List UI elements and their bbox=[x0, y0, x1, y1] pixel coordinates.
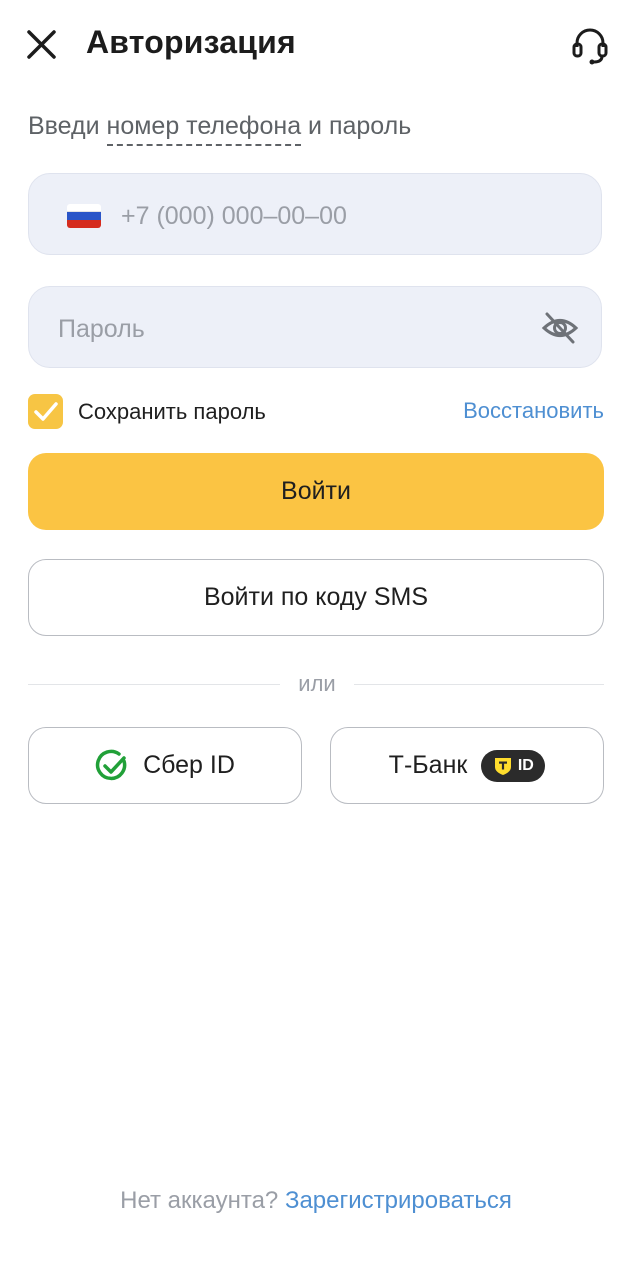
tbank-id-button[interactable]: Т-Банк ID bbox=[330, 727, 604, 804]
remember-password-checkbox[interactable] bbox=[28, 394, 63, 429]
phone-number-hint[interactable]: номер телефона bbox=[106, 112, 302, 146]
checkmark-icon bbox=[34, 402, 58, 421]
phone-input[interactable] bbox=[119, 196, 563, 236]
no-account-text: Нет аккаунта? bbox=[120, 1187, 285, 1214]
tbank-shield-icon bbox=[494, 757, 511, 775]
page-title: Авторизация bbox=[86, 24, 296, 60]
login-button-label: Войти bbox=[281, 477, 351, 505]
sms-login-button[interactable]: Войти по коду SMS bbox=[28, 559, 604, 636]
headset-icon bbox=[572, 28, 608, 65]
russia-flag-icon bbox=[67, 204, 101, 228]
eye-crossed-icon bbox=[541, 312, 579, 344]
tbank-id-badge-text: ID bbox=[517, 756, 534, 774]
instruction-text: Введи номер телефона и пароль bbox=[28, 112, 412, 146]
remember-password-label[interactable]: Сохранить пароль bbox=[78, 399, 266, 425]
sber-logo-icon bbox=[95, 749, 127, 780]
restore-password-link[interactable]: Восстановить bbox=[463, 398, 604, 424]
divider-text: или bbox=[298, 671, 336, 696]
close-button[interactable] bbox=[24, 27, 60, 63]
password-visibility-toggle[interactable] bbox=[541, 309, 579, 347]
tbank-id-badge: ID bbox=[481, 749, 546, 782]
phone-field[interactable] bbox=[28, 173, 602, 255]
close-icon bbox=[27, 30, 56, 59]
divider-line-right bbox=[354, 684, 604, 685]
password-field[interactable] bbox=[28, 286, 602, 368]
tbank-label: Т-Банк bbox=[388, 751, 468, 779]
instruction-suffix: и пароль bbox=[301, 112, 412, 140]
register-link[interactable]: Зарегистрироваться bbox=[285, 1187, 512, 1214]
register-prompt: Нет аккаунта? Зарегистрироваться bbox=[0, 1187, 632, 1215]
password-input[interactable] bbox=[56, 309, 530, 349]
sms-login-button-label: Войти по коду SMS bbox=[203, 583, 429, 611]
divider-line-left bbox=[28, 684, 280, 685]
instruction-prefix: Введи bbox=[28, 112, 107, 140]
sber-id-button[interactable]: Сбер ID bbox=[28, 727, 302, 804]
login-button[interactable]: Войти bbox=[28, 453, 604, 530]
sber-id-label: Сбер ID bbox=[143, 751, 235, 779]
support-button[interactable] bbox=[568, 25, 612, 69]
